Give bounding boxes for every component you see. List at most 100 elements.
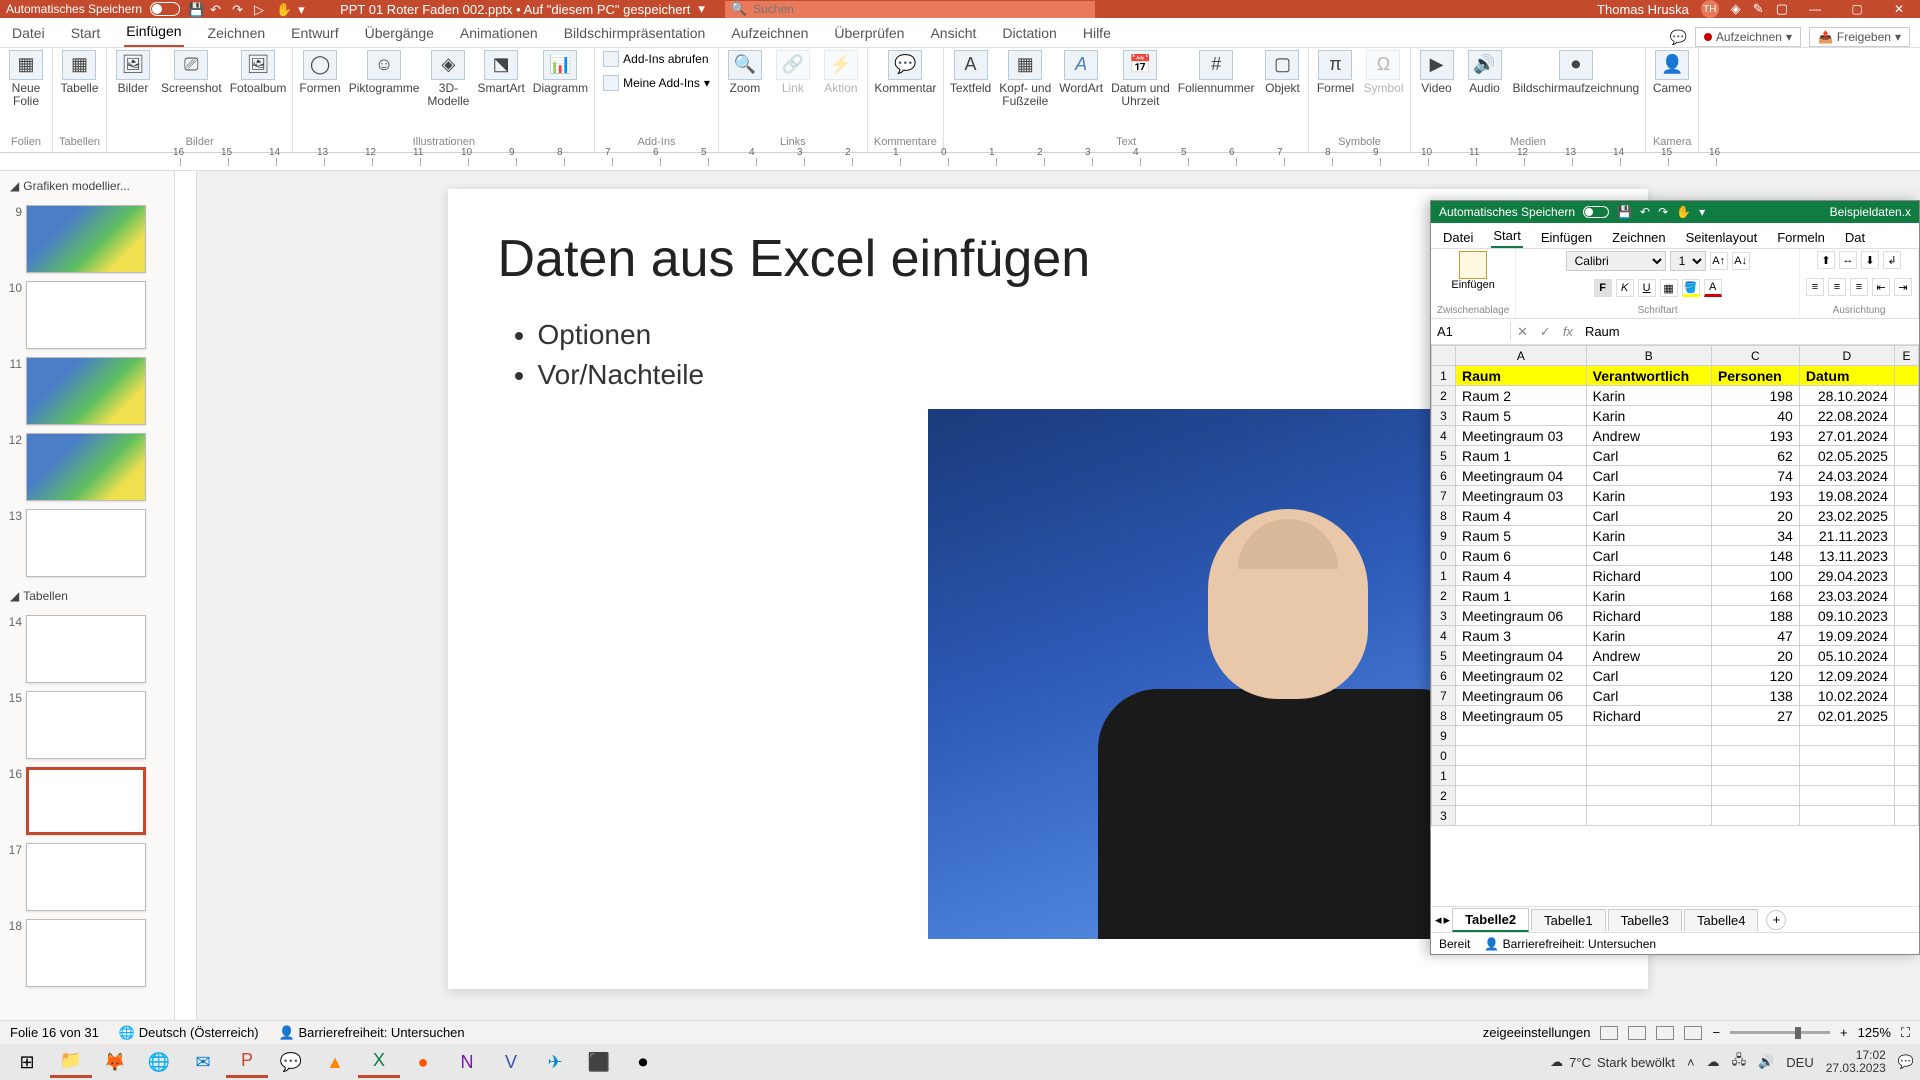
excel-tab-einfuegen[interactable]: Einfügen bbox=[1539, 227, 1594, 248]
accessibility-check[interactable]: 👤 Barrierefreiheit: Untersuchen bbox=[279, 1025, 465, 1041]
excel-cell[interactable]: 02.05.2025 bbox=[1799, 446, 1894, 466]
excel-cell[interactable]: Karin bbox=[1586, 586, 1711, 606]
slide-thumb-12[interactable] bbox=[26, 433, 146, 501]
more-qat-icon[interactable]: ▾ bbox=[298, 2, 312, 16]
sheet-tab-tabelle3[interactable]: Tabelle3 bbox=[1608, 909, 1682, 931]
sheet-nav-prev-icon[interactable]: ◂ bbox=[1435, 912, 1442, 928]
smartart-button[interactable]: ⬔SmartArt bbox=[477, 50, 524, 95]
icons-button[interactable]: ☺Piktogramme bbox=[349, 50, 420, 95]
excel-cell[interactable]: 198 bbox=[1711, 386, 1799, 406]
visio-icon[interactable]: V bbox=[490, 1046, 532, 1078]
excel-cell[interactable]: Datum bbox=[1799, 366, 1894, 386]
excel-cell[interactable]: 27 bbox=[1711, 706, 1799, 726]
diamond-icon[interactable]: ◈ bbox=[1731, 1, 1741, 17]
excel-cancel-icon[interactable]: ✕ bbox=[1511, 322, 1534, 342]
excel-cell[interactable]: 22.08.2024 bbox=[1799, 406, 1894, 426]
excel-cell[interactable]: Carl bbox=[1586, 686, 1711, 706]
onenote-icon[interactable]: N bbox=[446, 1046, 488, 1078]
excel-row-header[interactable]: 9 bbox=[1432, 526, 1456, 546]
3dmodels-button[interactable]: ◈3D- Modelle bbox=[427, 50, 469, 108]
comments-icon[interactable]: 💬 bbox=[1669, 29, 1686, 46]
excel-row-header[interactable]: 0 bbox=[1432, 746, 1456, 766]
excel-cell[interactable]: Meetingraum 03 bbox=[1456, 486, 1587, 506]
excel-cell[interactable]: 02.01.2025 bbox=[1799, 706, 1894, 726]
excel-cell[interactable]: 10.02.2024 bbox=[1799, 686, 1894, 706]
excel-col-header[interactable]: E bbox=[1894, 346, 1918, 366]
zoom-out-button[interactable]: − bbox=[1712, 1025, 1720, 1040]
section-grafiken[interactable]: ◢Grafiken modellier... bbox=[4, 175, 170, 197]
excel-cell[interactable]: 21.11.2023 bbox=[1799, 526, 1894, 546]
pictures-button[interactable]: 🖼Bilder bbox=[113, 50, 153, 95]
excel-col-header[interactable]: B bbox=[1586, 346, 1711, 366]
excel-row-header[interactable]: 8 bbox=[1432, 506, 1456, 526]
excel-cell[interactable]: 120 bbox=[1711, 666, 1799, 686]
excel-autosave-toggle[interactable] bbox=[1583, 206, 1609, 218]
slidenumber-button[interactable]: #Foliennummer bbox=[1178, 50, 1255, 95]
excel-status-access[interactable]: 👤 Barrierefreiheit: Untersuchen bbox=[1484, 937, 1656, 951]
excel-name-box[interactable]: A1 bbox=[1431, 322, 1511, 341]
equation-button[interactable]: πFormel bbox=[1315, 50, 1355, 95]
tab-hilfe[interactable]: Hilfe bbox=[1081, 21, 1113, 47]
close-button[interactable]: ✕ bbox=[1884, 2, 1914, 16]
new-slide-button[interactable]: ▦Neue Folie bbox=[6, 50, 46, 108]
excel-cell[interactable]: 29.04.2023 bbox=[1799, 566, 1894, 586]
excel-fontcolor-button[interactable]: A bbox=[1704, 279, 1722, 297]
excel-cell[interactable]: 20 bbox=[1711, 646, 1799, 666]
excel-row-header[interactable]: 1 bbox=[1432, 766, 1456, 786]
touch-icon[interactable]: ✋ bbox=[276, 2, 290, 16]
excel-row-header[interactable]: 7 bbox=[1432, 686, 1456, 706]
tab-zeichnen[interactable]: Zeichnen bbox=[206, 21, 268, 47]
slide-thumb-9[interactable] bbox=[26, 205, 146, 273]
excel-window[interactable]: Automatisches Speichern 💾 ↶ ↷ ✋ ▾ Beispi… bbox=[1430, 200, 1920, 955]
object-button[interactable]: ▢Objekt bbox=[1262, 50, 1302, 95]
excel-underline-button[interactable]: U bbox=[1638, 279, 1656, 297]
excel-cell[interactable]: Raum 3 bbox=[1456, 626, 1587, 646]
excel-tab-zeichnen[interactable]: Zeichnen bbox=[1610, 227, 1667, 248]
autosave-toggle[interactable] bbox=[150, 2, 180, 16]
excel-icon[interactable]: X bbox=[358, 1046, 400, 1078]
tray-network-icon[interactable]: 🖧 bbox=[1732, 1051, 1747, 1073]
window-icon[interactable]: ▢ bbox=[1776, 1, 1788, 17]
excel-display-settings[interactable]: zeigeeinstellungen bbox=[1483, 1025, 1591, 1040]
tab-datei[interactable]: Datei bbox=[10, 21, 47, 47]
excel-cell[interactable]: Karin bbox=[1586, 526, 1711, 546]
excel-cell[interactable]: 193 bbox=[1711, 426, 1799, 446]
excel-row-header[interactable]: 9 bbox=[1432, 726, 1456, 746]
excel-align-left-icon[interactable]: ≡ bbox=[1806, 278, 1824, 296]
tab-einfuegen[interactable]: Einfügen bbox=[124, 19, 183, 47]
app-icon-1[interactable]: 💬 bbox=[270, 1046, 312, 1078]
pen-icon[interactable]: ✎ bbox=[1753, 1, 1764, 17]
slide-thumb-17[interactable] bbox=[26, 843, 146, 911]
excel-indent-dec-icon[interactable]: ⇤ bbox=[1872, 278, 1890, 296]
telegram-icon[interactable]: ✈ bbox=[534, 1046, 576, 1078]
tab-dictation[interactable]: Dictation bbox=[1000, 21, 1058, 47]
filename-chevron-icon[interactable]: ▾ bbox=[698, 1, 705, 17]
excel-cell[interactable]: 20 bbox=[1711, 506, 1799, 526]
excel-wrap-icon[interactable]: ↲ bbox=[1883, 251, 1901, 269]
excel-col-header[interactable]: C bbox=[1711, 346, 1799, 366]
excel-cell[interactable]: Meetingraum 05 bbox=[1456, 706, 1587, 726]
excel-cell[interactable]: Raum 5 bbox=[1456, 406, 1587, 426]
zoom-button[interactable]: 🔍Zoom bbox=[725, 50, 765, 95]
user-avatar[interactable]: TH bbox=[1701, 0, 1719, 18]
excel-row-header[interactable]: 5 bbox=[1432, 446, 1456, 466]
zoom-level[interactable]: 125% bbox=[1858, 1025, 1891, 1040]
photoalbum-button[interactable]: 🖼Fotoalbum bbox=[230, 50, 287, 95]
chrome-icon[interactable]: 🌐 bbox=[138, 1046, 180, 1078]
excel-cell[interactable]: Meetingraum 06 bbox=[1456, 686, 1587, 706]
excel-cell[interactable]: Raum 2 bbox=[1456, 386, 1587, 406]
excel-indent-inc-icon[interactable]: ⇥ bbox=[1894, 278, 1912, 296]
excel-cell[interactable]: Carl bbox=[1586, 546, 1711, 566]
excel-cell[interactable]: Meetingraum 04 bbox=[1456, 466, 1587, 486]
excel-borders-button[interactable]: ▦ bbox=[1660, 279, 1678, 297]
excel-cell[interactable]: 19.08.2024 bbox=[1799, 486, 1894, 506]
excel-cell[interactable]: 40 bbox=[1711, 406, 1799, 426]
excel-cell[interactable]: 138 bbox=[1711, 686, 1799, 706]
excel-cell[interactable]: Karin bbox=[1586, 486, 1711, 506]
excel-cell[interactable]: Carl bbox=[1586, 446, 1711, 466]
slide-thumb-10[interactable] bbox=[26, 281, 146, 349]
slide-thumb-14[interactable] bbox=[26, 615, 146, 683]
excel-cell[interactable]: 100 bbox=[1711, 566, 1799, 586]
datetime-button[interactable]: 📅Datum und Uhrzeit bbox=[1111, 50, 1170, 108]
slide-counter[interactable]: Folie 16 von 31 bbox=[10, 1025, 99, 1040]
